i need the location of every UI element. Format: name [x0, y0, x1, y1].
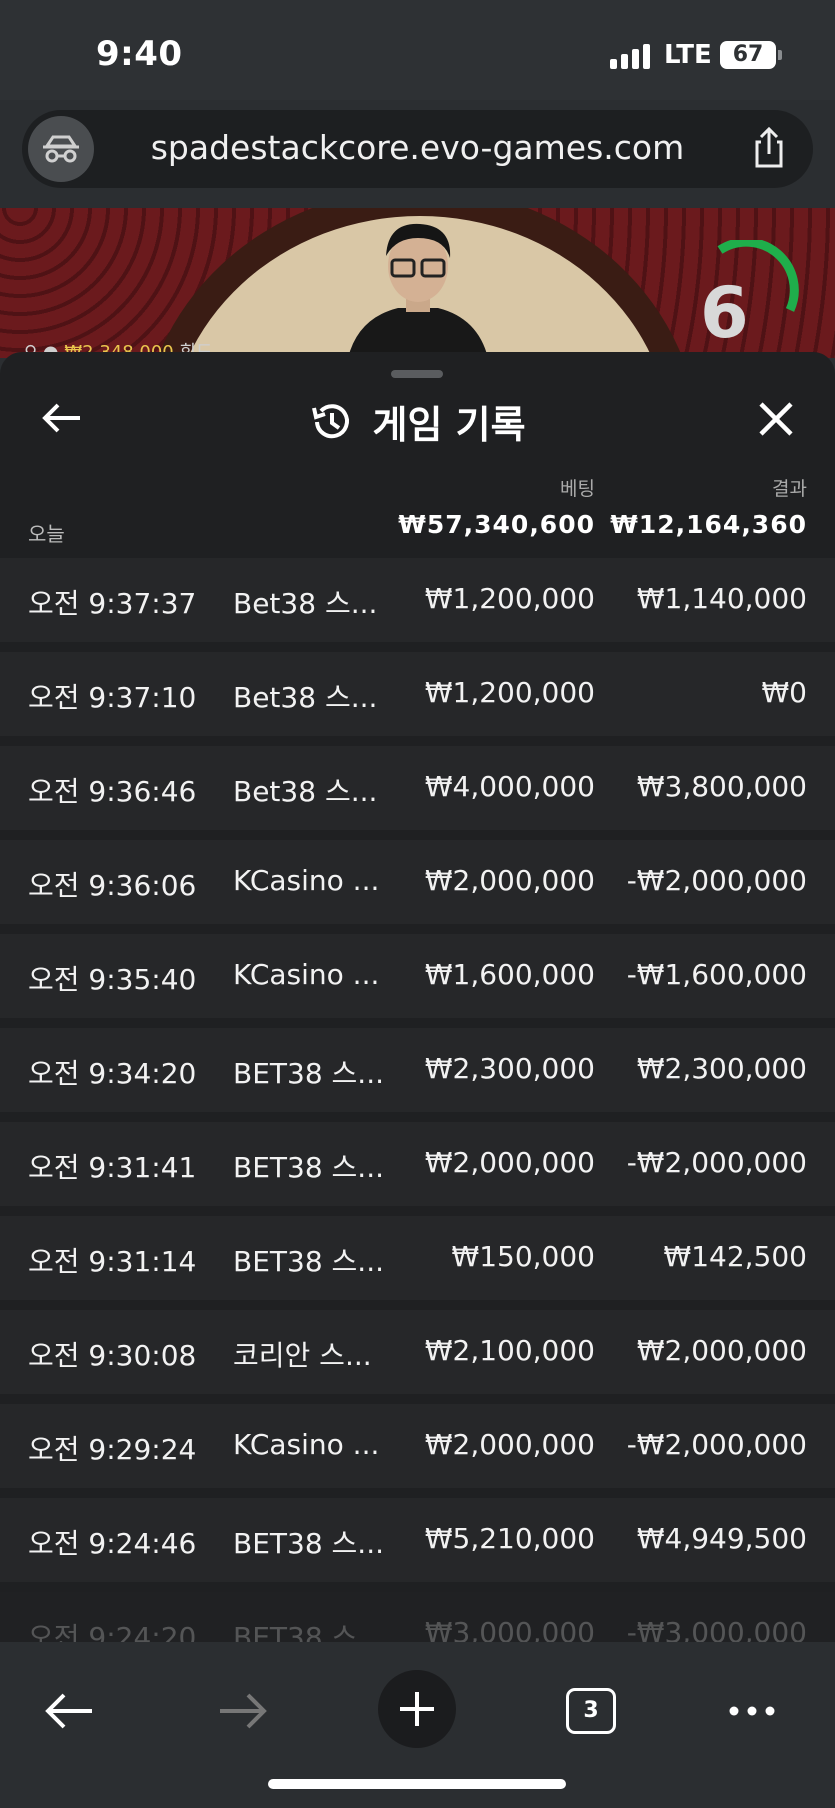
row-result: -₩2,000,000: [626, 1146, 807, 1179]
row-bet: ₩150,000: [451, 1240, 595, 1273]
column-header-result: 결과: [772, 478, 807, 500]
row-bet: ₩2,300,000: [424, 1052, 595, 1085]
row-result: ₩142,500: [663, 1240, 807, 1273]
forward-arrow-icon[interactable]: [216, 1686, 270, 1736]
row-time: 오전 9:37:37: [28, 587, 197, 620]
row-result: ₩3,800,000: [636, 770, 807, 803]
row-game: KCasino ...: [233, 1428, 380, 1461]
row-result: -₩2,000,000: [626, 864, 807, 897]
sheet-title: 게임 기록: [372, 403, 526, 447]
plus-icon: [400, 1692, 434, 1726]
history-icon: [312, 403, 350, 438]
row-time: 오전 9:24:20: [28, 1621, 197, 1642]
row-bet: ₩2,000,000: [424, 864, 595, 897]
row-game: KCasino ...: [233, 864, 380, 897]
row-time: 오전 9:37:10: [28, 681, 197, 714]
network-label: LTE: [664, 40, 712, 70]
row-time: 오전 9:29:24: [28, 1433, 197, 1466]
dealer-figure: [348, 223, 488, 358]
row-time: 오전 9:31:41: [28, 1151, 197, 1184]
row-result: ₩4,949,500: [636, 1522, 807, 1555]
row-result: -₩1,600,000: [626, 958, 807, 991]
column-header-bet: 베팅: [560, 478, 595, 500]
row-game: BET38 스...: [233, 1245, 384, 1278]
row-bet: ₩4,000,000: [424, 770, 595, 803]
row-time: 오전 9:35:40: [28, 963, 197, 996]
history-row[interactable]: 오전 9:30:08 코리안 스... ₩2,100,000 ₩2,000,000: [0, 1310, 835, 1394]
row-result: ₩1,140,000: [636, 582, 807, 615]
history-row[interactable]: 오전 9:31:14 BET38 스... ₩150,000 ₩142,500: [0, 1216, 835, 1300]
row-result: ₩0: [761, 676, 808, 709]
row-bet: ₩5,210,000: [424, 1522, 595, 1555]
row-bet: ₩3,000,000: [424, 1616, 595, 1642]
address-bar[interactable]: spadestackcore.evo-games.com: [22, 110, 813, 188]
row-game: BET38 스...: [233, 1057, 384, 1090]
row-time: 오전 9:31:14: [28, 1245, 197, 1278]
game-history-sheet: 게임 기록 베팅 결과 오늘 ₩57,340,600 ₩12,164,360 오…: [0, 352, 835, 1642]
sheet-grabber[interactable]: [391, 370, 443, 378]
signal-icon: [610, 44, 650, 69]
row-result: -₩3,000,000: [626, 1616, 807, 1642]
battery-tip: [778, 50, 782, 60]
row-game: Bet38 스...: [233, 775, 378, 808]
url-text[interactable]: spadestackcore.evo-games.com: [22, 128, 813, 167]
row-time: 오전 9:34:20: [28, 1057, 197, 1090]
row-bet: ₩1,200,000: [424, 582, 595, 615]
history-row[interactable]: 오전 9:35:40 KCasino ... ₩1,600,000 -₩1,600,0…: [0, 934, 835, 1018]
row-bet: ₩2,000,000: [424, 1428, 595, 1461]
sheet-header: 게임 기록: [0, 394, 835, 449]
row-game: BET38 스...: [233, 1621, 384, 1642]
history-row[interactable]: 오전 9:29:24 KCasino ... ₩2,000,000 -₩2,000,0…: [0, 1404, 835, 1488]
history-row[interactable]: 오전 9:37:10 Bet38 스... ₩1,200,000 ₩0: [0, 652, 835, 736]
countdown-number: 6: [700, 272, 749, 354]
row-result: -₩2,000,000: [626, 1428, 807, 1461]
history-row[interactable]: 오전 9:36:06 KCasino ... ₩2,000,000 -₩2,000,0…: [0, 840, 835, 924]
close-icon[interactable]: [753, 396, 799, 442]
row-bet: ₩2,100,000: [424, 1334, 595, 1367]
battery-icon: 67: [720, 41, 776, 69]
back-arrow-icon[interactable]: [42, 1686, 96, 1736]
row-time: 오전 9:30:08: [28, 1339, 197, 1372]
status-bar: 9:40 LTE 67: [0, 0, 835, 100]
home-indicator[interactable]: [268, 1779, 566, 1789]
history-row[interactable]: 오전 9:34:20 BET38 스... ₩2,300,000 ₩2,300,000: [0, 1028, 835, 1112]
history-list: 오전 9:37:37 Bet38 스... ₩1,200,000 ₩1,140,000…: [0, 558, 835, 1642]
history-row[interactable]: 오전 9:24:20 BET38 스... ₩3,000,000 -₩3,000,00…: [0, 1592, 835, 1642]
row-bet: ₩1,600,000: [424, 958, 595, 991]
row-game: Bet38 스...: [233, 681, 378, 714]
total-bet: ₩57,340,600: [398, 510, 595, 539]
share-icon[interactable]: [745, 124, 793, 172]
row-bet: ₩1,200,000: [424, 676, 595, 709]
row-time: 오전 9:24:46: [28, 1527, 197, 1560]
row-time: 오전 9:36:46: [28, 775, 197, 808]
row-game: KCasino ...: [233, 958, 380, 991]
today-label: 오늘: [28, 522, 65, 546]
row-time: 오전 9:36:06: [28, 869, 197, 902]
more-dots-icon[interactable]: [724, 1686, 780, 1736]
history-row[interactable]: 오전 9:37:37 Bet38 스... ₩1,200,000 ₩1,140,000: [0, 558, 835, 642]
row-result: ₩2,000,000: [636, 1334, 807, 1367]
history-row[interactable]: 오전 9:24:46 BET38 스... ₩5,210,000 ₩4,949,500: [0, 1498, 835, 1582]
row-game: 코리안 스...: [233, 1339, 372, 1372]
row-bet: ₩2,000,000: [424, 1146, 595, 1179]
status-time: 9:40: [96, 34, 183, 74]
new-tab-button[interactable]: [378, 1670, 456, 1748]
history-row[interactable]: 오전 9:36:46 Bet38 스... ₩4,000,000 ₩3,800,000: [0, 746, 835, 830]
row-game: BET38 스...: [233, 1151, 384, 1184]
history-row[interactable]: 오전 9:31:41 BET38 스... ₩2,000,000 -₩2,000,00…: [0, 1122, 835, 1206]
total-result: ₩12,164,360: [610, 510, 807, 539]
tabs-icon[interactable]: 3: [566, 1688, 616, 1734]
row-game: Bet38 스...: [233, 587, 378, 620]
row-game: BET38 스...: [233, 1527, 384, 1560]
row-result: ₩2,300,000: [636, 1052, 807, 1085]
